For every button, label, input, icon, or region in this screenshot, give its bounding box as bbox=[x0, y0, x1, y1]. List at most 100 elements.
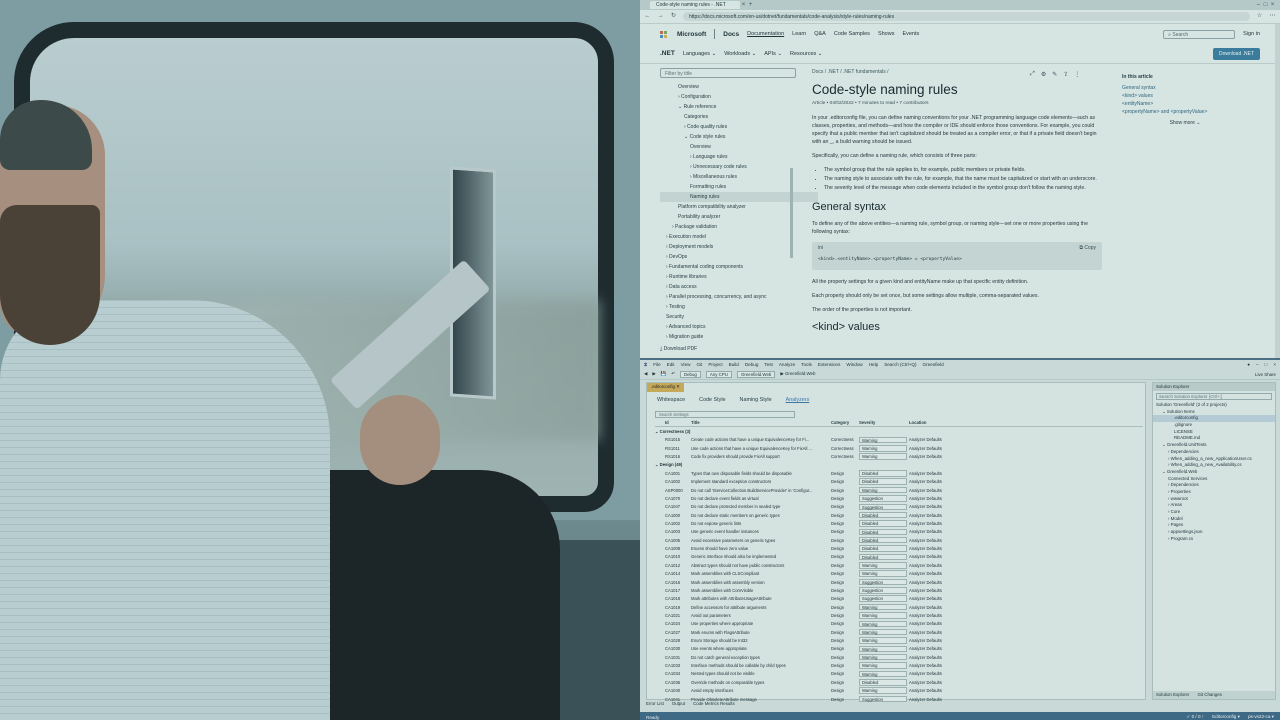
show-more-button[interactable]: Show more ⌄ bbox=[1118, 120, 1252, 126]
toc-item[interactable]: › Package validation bbox=[660, 222, 818, 232]
table-row[interactable]: RS1016 Code fix providers should provide … bbox=[655, 452, 1143, 460]
toc-item[interactable]: › Miscellaneous rules bbox=[660, 172, 818, 182]
tab-whitespace[interactable]: Whitespace bbox=[657, 397, 685, 403]
toc-item[interactable]: Platform compatibility analyzer bbox=[660, 202, 818, 212]
tree-node[interactable]: ⌄ Solution Items bbox=[1153, 409, 1275, 416]
toc-item[interactable]: › Execution model bbox=[660, 232, 818, 242]
column-severity[interactable]: Severity bbox=[859, 420, 909, 425]
product-title[interactable]: .NET bbox=[660, 50, 675, 57]
toc-item[interactable]: › Testing bbox=[660, 302, 818, 312]
table-row[interactable]: CA1012 Abstract types should not have pub… bbox=[655, 561, 1143, 569]
toc-item[interactable]: › Unnecessary code rules bbox=[660, 162, 818, 172]
table-row[interactable]: CA1014 Mark assemblies with CLSCompliant D… bbox=[655, 569, 1143, 577]
toc-item[interactable]: Formatting rules bbox=[660, 182, 818, 192]
download-pdf-link[interactable]: ⤓ Download PDF bbox=[660, 346, 818, 352]
severity-dropdown[interactable]: Disabled bbox=[859, 520, 907, 527]
table-row[interactable]: CA1028 Enum Storage should be Int32 Design… bbox=[655, 636, 1143, 644]
close-icon[interactable]: × bbox=[1273, 362, 1276, 367]
repo-selector[interactable]: ps-vs22-ca ▾ bbox=[1248, 714, 1274, 720]
toc-item[interactable]: Security bbox=[660, 312, 818, 322]
minimize-icon[interactable]: – bbox=[1256, 362, 1259, 367]
menu-file[interactable]: File bbox=[653, 362, 660, 367]
severity-dropdown[interactable]: Suggestion bbox=[859, 578, 907, 586]
new-tab-icon[interactable]: + bbox=[747, 2, 754, 9]
toc-item[interactable]: › Configuration bbox=[660, 92, 818, 102]
run-button[interactable]: ▶ Greenfield.Web bbox=[780, 371, 815, 377]
back-icon[interactable]: ← bbox=[644, 13, 651, 20]
save-icon[interactable]: 💾 bbox=[661, 371, 666, 377]
tree-node[interactable]: › Model bbox=[1153, 516, 1275, 523]
menu-debug[interactable]: Debug bbox=[745, 362, 759, 367]
severity-dropdown[interactable]: Warning bbox=[859, 453, 907, 460]
minimize-icon[interactable]: – bbox=[1255, 2, 1262, 9]
toc-link[interactable]: <entityName> bbox=[1118, 100, 1252, 108]
download-dotnet-button[interactable]: Download .NET bbox=[1212, 47, 1260, 60]
share-icon[interactable]: ⇪ bbox=[1063, 71, 1068, 78]
menu-extensions[interactable]: Extensions bbox=[818, 362, 840, 367]
tab-analyzers[interactable]: Analyzers bbox=[786, 397, 810, 403]
subnav-apis[interactable]: APIs ⌄ bbox=[764, 51, 782, 57]
project-dropdown[interactable]: Greenfield.Web bbox=[736, 370, 776, 378]
toc-item[interactable]: › Fundamental coding components bbox=[660, 262, 818, 272]
tab-code-style[interactable]: Code Style bbox=[699, 397, 725, 403]
severity-dropdown[interactable]: Disabled bbox=[859, 470, 907, 477]
column-title[interactable]: Title bbox=[691, 420, 831, 425]
column-location[interactable]: Location bbox=[909, 420, 989, 425]
undo-icon[interactable]: ↶ bbox=[671, 371, 675, 377]
copy-button[interactable]: ⧉ Copy bbox=[1079, 244, 1096, 251]
tree-node[interactable]: › When_adding_a_new_ApplicationUser.cs bbox=[1153, 456, 1275, 463]
close-window-icon[interactable]: × bbox=[1269, 2, 1276, 9]
severity-dropdown[interactable]: Warning bbox=[859, 445, 907, 452]
table-row[interactable]: CA1010 Generic interface should also be i… bbox=[655, 553, 1143, 561]
toc-item[interactable]: › Runtime libraries bbox=[660, 272, 818, 282]
menu-tools[interactable]: Tools bbox=[801, 362, 812, 367]
severity-dropdown[interactable]: Warning bbox=[859, 612, 907, 619]
tree-node[interactable]: Connected Services bbox=[1153, 476, 1275, 483]
subnav-resources[interactable]: Resources ⌄ bbox=[790, 51, 822, 57]
forward-icon[interactable]: ▶ bbox=[652, 371, 655, 377]
vs-search[interactable]: Search (Ctrl+Q) bbox=[884, 362, 916, 367]
severity-dropdown[interactable]: Suggestion bbox=[859, 587, 907, 594]
toc-item[interactable]: › Data access bbox=[660, 282, 818, 292]
severity-dropdown[interactable]: Warning bbox=[859, 662, 907, 669]
table-row[interactable]: CA1000 Do not declare static members on g… bbox=[655, 511, 1143, 519]
toc-filter-input[interactable]: Filter by title bbox=[660, 68, 796, 78]
table-row[interactable]: CA1001 Types that own disposable fields s… bbox=[655, 469, 1143, 477]
tree-node[interactable]: › Dependencies bbox=[1153, 449, 1275, 456]
severity-dropdown[interactable]: Warning bbox=[859, 628, 907, 636]
menu-analyze[interactable]: Analyze bbox=[779, 362, 795, 367]
table-row[interactable]: CA1016 Mark assemblies with assembly vers… bbox=[655, 578, 1143, 586]
toc-item[interactable]: ⌄ Code style rules bbox=[660, 132, 818, 142]
maximize-icon[interactable]: □ bbox=[1262, 2, 1269, 9]
menu-view[interactable]: View bbox=[681, 362, 691, 367]
url-input[interactable]: https://docs.microsoft.com/en-us/dotnet/… bbox=[683, 12, 1250, 21]
subnav-languages[interactable]: Languages ⌄ bbox=[683, 51, 716, 57]
tab-solution-explorer[interactable]: Solution Explorer bbox=[1156, 692, 1189, 698]
tab-code-metrics[interactable]: Code Metrics Results bbox=[693, 701, 735, 706]
nav-documentation[interactable]: Documentation bbox=[747, 31, 784, 37]
table-row[interactable]: ASP0000 Do not call 'IServiceCollection.B… bbox=[655, 486, 1143, 494]
toc-item[interactable]: Portability analyzer bbox=[660, 212, 818, 222]
table-row[interactable]: CA1017 Mark assemblies with ComVisible Des… bbox=[655, 586, 1143, 594]
menu-test[interactable]: Test bbox=[764, 362, 772, 367]
maximize-icon[interactable]: □ bbox=[1265, 362, 1268, 367]
toc-link[interactable]: <propertyName> and <propertyValue> bbox=[1118, 108, 1252, 116]
toc-item[interactable]: › Language rules bbox=[660, 152, 818, 162]
toc-item[interactable]: › Migration guide bbox=[660, 332, 818, 342]
tree-node[interactable]: › Properties bbox=[1153, 489, 1275, 496]
table-row[interactable]: CA1047 Do not declare protected member in… bbox=[655, 503, 1143, 511]
nav-qa[interactable]: Q&A bbox=[814, 31, 826, 37]
tab-error-list[interactable]: Error List bbox=[646, 701, 664, 706]
tab-naming-style[interactable]: Naming Style bbox=[740, 397, 772, 403]
config-dropdown[interactable]: Debug bbox=[679, 370, 701, 378]
tree-node[interactable]: › Program.cs bbox=[1153, 536, 1275, 543]
docs-search-input[interactable]: ⌕ Search bbox=[1163, 29, 1236, 39]
extensions-icon[interactable]: ⋯ bbox=[1269, 13, 1276, 20]
severity-dropdown[interactable]: Warning bbox=[859, 562, 907, 569]
tree-node[interactable]: › Areas bbox=[1153, 502, 1275, 509]
tab-output[interactable]: Output bbox=[672, 701, 685, 706]
table-row[interactable]: CA1040 Avoid empty interfaces Design Warnin… bbox=[655, 687, 1143, 695]
severity-dropdown[interactable]: Warning bbox=[859, 645, 907, 653]
table-row[interactable]: CA1036 Override methods on comparable typ… bbox=[655, 678, 1143, 686]
settings-search-input[interactable]: Search Settings bbox=[655, 411, 795, 418]
